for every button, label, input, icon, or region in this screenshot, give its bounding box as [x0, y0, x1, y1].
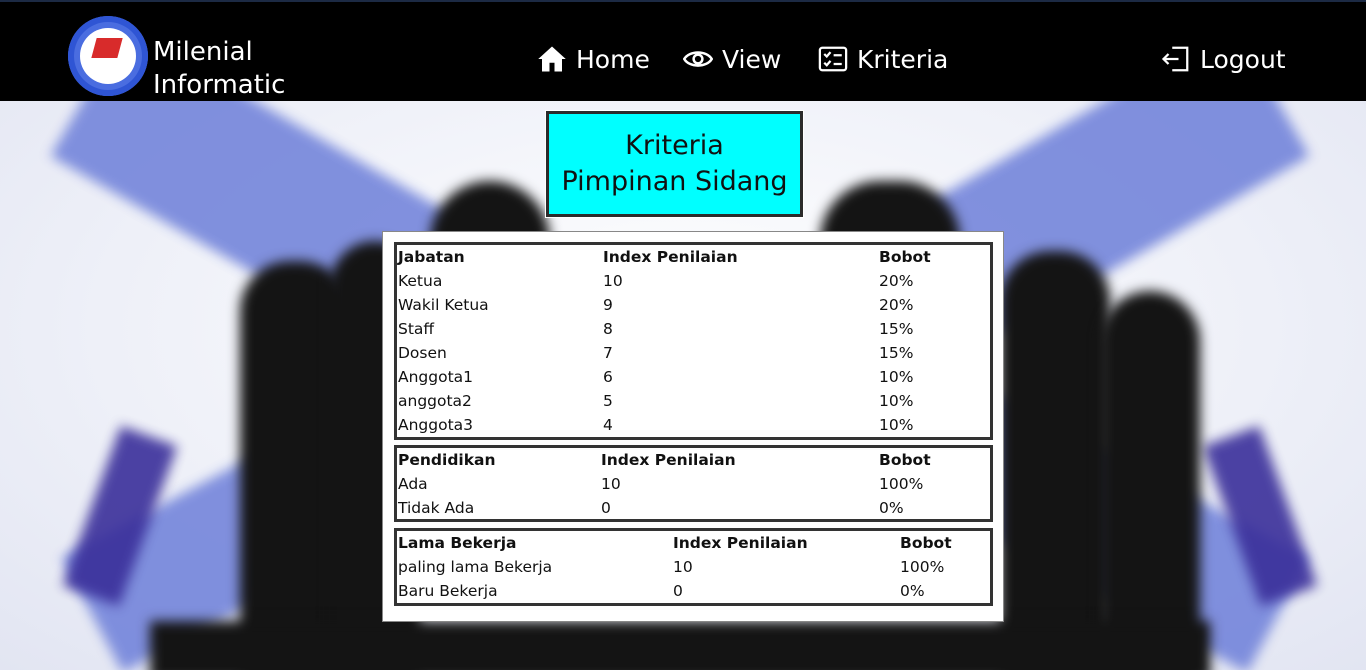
column-header: Lama Bekerja [398, 534, 517, 552]
table-cell: 0% [900, 582, 925, 600]
table-cell: 10 [601, 475, 621, 493]
column-header: Index Penilaian [673, 534, 808, 552]
table-cell: 0 [673, 582, 683, 600]
table-row: Tidak Ada 0 0% [397, 496, 990, 520]
table-cell: 4 [603, 416, 613, 434]
lama-bekerja-table: Lama Bekerja Index Penilaian Bobot palin… [397, 531, 990, 603]
table-cell: 6 [603, 368, 613, 386]
jabatan-table: Jabatan Index Penilaian Bobot Ketua 10 2… [397, 245, 990, 437]
table-cell: Tidak Ada [398, 499, 475, 517]
table-cell: 10% [879, 416, 914, 434]
table-row: Anggota1 6 10% [397, 365, 990, 389]
table-cell: paling lama Bekerja [398, 558, 553, 576]
table-cell: 10 [603, 272, 623, 290]
nav-kriteria-label: Kriteria [857, 44, 949, 74]
nav-view-link[interactable]: View [683, 44, 781, 74]
table-row: anggota2 5 10% [397, 389, 990, 413]
table-cell: 20% [879, 296, 914, 314]
checklist-icon [818, 46, 848, 72]
page-title-line-2: Pimpinan Sidang [561, 166, 788, 197]
table-cell: 10% [879, 392, 914, 410]
jabatan-section: Jabatan Index Penilaian Bobot Ketua 10 2… [394, 242, 993, 440]
table-cell: 5 [603, 392, 613, 410]
column-header: Jabatan [398, 248, 465, 266]
brand-line-2: Informatic [153, 70, 286, 100]
column-header: Pendidikan [398, 451, 496, 469]
table-cell: 10 [673, 558, 693, 576]
criteria-panel: Jabatan Index Penilaian Bobot Ketua 10 2… [382, 231, 1004, 622]
table-cell: 100% [900, 558, 945, 576]
lama-bekerja-section: Lama Bekerja Index Penilaian Bobot palin… [394, 528, 993, 606]
table-header-row: Pendidikan Index Penilaian Bobot [397, 448, 990, 472]
column-header: Bobot [879, 451, 931, 469]
nav-home-link[interactable]: Home [537, 44, 650, 74]
table-cell: Anggota3 [398, 416, 474, 434]
table-cell: anggota2 [398, 392, 472, 410]
column-header: Bobot [879, 248, 931, 266]
table-header-row: Lama Bekerja Index Penilaian Bobot [397, 531, 990, 555]
nav-logout-link[interactable]: Logout [1161, 44, 1286, 74]
column-header: Index Penilaian [603, 248, 738, 266]
table-cell: Baru Bekerja [398, 582, 498, 600]
table-row: Staff 8 15% [397, 317, 990, 341]
table-row: Ada 10 100% [397, 472, 990, 496]
table-cell: 15% [879, 344, 914, 362]
table-cell: 0 [601, 499, 611, 517]
column-header: Index Penilaian [601, 451, 736, 469]
table-cell: 10% [879, 368, 914, 386]
table-row: Wakil Ketua 9 20% [397, 293, 990, 317]
table-cell: Wakil Ketua [398, 296, 489, 314]
table-cell: Ada [398, 475, 428, 493]
nav-kriteria-link[interactable]: Kriteria [818, 44, 948, 74]
brand-name[interactable]: Milenial Informatic [153, 36, 285, 102]
pendidikan-section: Pendidikan Index Penilaian Bobot Ada 10 … [394, 445, 993, 522]
table-cell: 9 [603, 296, 613, 314]
logout-icon [1161, 46, 1189, 72]
nav-home-label: Home [576, 44, 650, 74]
table-cell: 0% [879, 499, 904, 517]
brand-line-1: Milenial [153, 37, 253, 67]
table-cell: Staff [398, 320, 435, 338]
table-cell: Dosen [398, 344, 447, 362]
table-cell: 20% [879, 272, 914, 290]
table-header-row: Jabatan Index Penilaian Bobot [397, 245, 990, 269]
table-cell: 8 [603, 320, 613, 338]
college-logo [68, 16, 148, 96]
nav-view-label: View [722, 44, 782, 74]
table-cell: 100% [879, 475, 924, 493]
page-title-line-1: Kriteria [625, 130, 724, 161]
table-cell: 7 [603, 344, 613, 362]
table-row: Dosen 7 15% [397, 341, 990, 365]
table-row: paling lama Bekerja 10 100% [397, 555, 990, 579]
table-row: Baru Bekerja 0 0% [397, 579, 990, 603]
column-header: Bobot [900, 534, 952, 552]
home-icon [538, 46, 566, 72]
table-cell: 15% [879, 320, 914, 338]
table-cell: Ketua [398, 272, 443, 290]
table-row: Ketua 10 20% [397, 269, 990, 293]
eye-icon [683, 51, 713, 67]
table-row: Anggota3 4 10% [397, 413, 990, 437]
top-navbar: Milenial Informatic Home View Kriteria L… [0, 0, 1366, 101]
table-cell: Anggota1 [398, 368, 474, 386]
page-title: Kriteria Pimpinan Sidang [546, 111, 803, 217]
nav-logout-label: Logout [1200, 44, 1286, 74]
pendidikan-table: Pendidikan Index Penilaian Bobot Ada 10 … [397, 448, 990, 520]
